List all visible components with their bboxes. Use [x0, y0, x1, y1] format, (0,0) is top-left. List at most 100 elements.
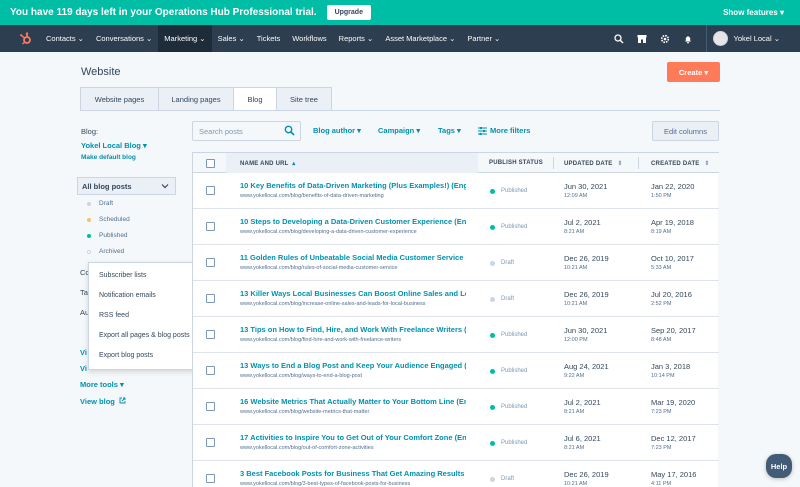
menu-notification-emails[interactable]: Notification emails [99, 292, 156, 299]
nav-conversations[interactable]: Conversations ⌄ [90, 25, 158, 52]
column-name-and-url[interactable]: NAME AND URL ▴ [240, 160, 296, 167]
post-url: www.yokellocal.com/blog/3-best-types-of-… [240, 481, 411, 487]
row-checkbox[interactable] [206, 330, 215, 339]
blog-author-filter[interactable]: Blog author ▾ [313, 126, 361, 135]
search-icon[interactable] [608, 25, 630, 52]
column-created-date[interactable]: CREATED DATE ⇕ [651, 160, 710, 167]
status-text: Draft [501, 260, 515, 266]
post-title-link[interactable]: 13 Ways to End a Blog Post and Keep Your… [240, 361, 466, 370]
table-row[interactable]: 13 Killer Ways Local Businesses Can Boos… [193, 281, 719, 317]
published-dot-icon [87, 233, 91, 238]
help-button[interactable]: Help [766, 454, 792, 478]
row-checkbox[interactable] [206, 186, 215, 195]
table-row[interactable]: 11 Golden Rules of Unbeatable Social Med… [193, 245, 719, 281]
post-title-link[interactable]: 10 Steps to Developing a Data-Driven Cus… [240, 217, 466, 226]
more-tools-menu[interactable]: More tools ▾ [80, 380, 124, 389]
post-title-link[interactable]: 3 Best Facebook Posts for Business That … [240, 469, 466, 478]
table-row[interactable]: 17 Activities to Inspire You to Get Out … [193, 425, 719, 461]
campaign-filter[interactable]: Campaign ▾ [378, 126, 420, 135]
tab-site-tree[interactable]: Site tree [276, 87, 332, 111]
post-title-link[interactable]: 16 Website Metrics That Actually Matter … [240, 397, 466, 406]
post-url: www.yokellocal.com/blog/ways-to-end-a-bl… [240, 373, 362, 379]
table-row[interactable]: 10 Steps to Developing a Data-Driven Cus… [193, 209, 719, 245]
menu-rss-feed[interactable]: RSS feed [99, 312, 129, 319]
status-filter-draft[interactable]: Draft [87, 200, 113, 207]
column-publish-status[interactable]: PUBLISH STATUS [489, 160, 543, 166]
table-row[interactable]: 16 Website Metrics That Actually Matter … [193, 389, 719, 425]
nav-workflows[interactable]: Workflows [286, 25, 332, 52]
view-blog-link[interactable]: View blog [80, 397, 126, 406]
status-filter-published[interactable]: Published [87, 232, 128, 239]
nav-divider [705, 25, 707, 52]
updated-date: Jul 2, 2021 [564, 398, 601, 407]
status-filter-archived[interactable]: Archived [87, 248, 124, 255]
created-time: 8:19 AM [651, 229, 672, 235]
row-checkbox[interactable] [206, 222, 215, 231]
post-title-link[interactable]: 13 Tips on How to Find, Hire, and Work W… [240, 325, 466, 334]
upgrade-button[interactable]: Upgrade [326, 5, 371, 20]
table-row[interactable]: 13 Tips on How to Find, Hire, and Work W… [193, 317, 719, 353]
status-text: Published [501, 368, 528, 374]
table-row[interactable]: 3 Best Facebook Posts for Business That … [193, 461, 719, 487]
status-badge: Draft [490, 476, 514, 482]
status-badge: Published [490, 440, 527, 446]
nav-tickets[interactable]: Tickets [251, 25, 286, 52]
avatar[interactable] [712, 31, 728, 46]
table-row[interactable]: 10 Key Benefits of Data-Driven Marketing… [193, 173, 719, 209]
post-title-link[interactable]: 11 Golden Rules of Unbeatable Social Med… [240, 253, 466, 262]
row-checkbox[interactable] [206, 258, 215, 267]
tab-landing-pages[interactable]: Landing pages [158, 87, 233, 111]
status-text: Published [501, 224, 528, 230]
post-title-link[interactable]: 17 Activities to Inspire You to Get Out … [240, 433, 466, 442]
row-checkbox[interactable] [206, 438, 215, 447]
row-checkbox[interactable] [206, 294, 215, 303]
left-section-cut[interactable]: Ta [80, 288, 88, 297]
show-features-link[interactable]: Show features ▾ [723, 8, 784, 17]
nav-sales[interactable]: Sales ⌄ [212, 25, 251, 52]
nav-asset-marketplace[interactable]: Asset Marketplace ⌄ [379, 25, 461, 52]
bell-icon[interactable] [677, 25, 699, 52]
hubspot-logo-icon[interactable] [12, 25, 40, 52]
search-input[interactable]: Search posts [192, 121, 301, 141]
menu-export-blog-posts[interactable]: Export blog posts [99, 352, 153, 359]
status-filter-scheduled[interactable]: Scheduled [87, 216, 130, 223]
tab-website-pages[interactable]: Website pages [80, 87, 158, 111]
user-menu[interactable]: Yokel Local ⌄ [734, 34, 780, 43]
nav-marketing[interactable]: Marketing ⌄ [158, 25, 212, 52]
table-row[interactable]: 13 Ways to End a Blog Post and Keep Your… [193, 353, 719, 389]
row-checkbox[interactable] [206, 474, 215, 483]
column-updated-date[interactable]: UPDATED DATE ⇕ [564, 160, 623, 167]
gear-icon[interactable] [654, 25, 676, 52]
created-time: 8:48 AM [651, 337, 672, 343]
row-checkbox[interactable] [206, 366, 215, 375]
post-title-link[interactable]: 10 Key Benefits of Data-Driven Marketing… [240, 181, 466, 190]
tab-blog[interactable]: Blog [233, 87, 276, 111]
nav-reports[interactable]: Reports ⌄ [333, 25, 380, 52]
archived-dot-icon [87, 249, 91, 254]
edit-columns-button[interactable]: Edit columns [652, 121, 719, 141]
menu-subscriber-lists[interactable]: Subscriber lists [99, 272, 146, 279]
created-time: 5:33 AM [651, 265, 672, 271]
draft-dot-icon [87, 201, 91, 206]
status-badge: Published [490, 332, 527, 338]
left-link-cut[interactable]: Vi [80, 364, 87, 373]
row-checkbox[interactable] [206, 402, 215, 411]
nav-contacts[interactable]: Contacts ⌄ [40, 25, 90, 52]
blog-selector[interactable]: Yokel Local Blog ▾ [81, 141, 147, 150]
select-all-checkbox[interactable] [206, 159, 215, 168]
blog-posts-table: NAME AND URL ▴ PUBLISH STATUS UPDATED DA… [192, 152, 719, 487]
more-filters-button[interactable]: More filters [478, 126, 530, 135]
left-link-cut[interactable]: Vi [80, 348, 87, 357]
status-text: Published [501, 440, 528, 446]
created-date: Jan 22, 2020 [651, 182, 695, 191]
make-default-blog-link[interactable]: Make default blog [81, 154, 136, 161]
all-blog-posts-filter[interactable]: All blog posts [77, 177, 176, 195]
create-button[interactable]: Create ▾ [667, 62, 720, 82]
post-title-link[interactable]: 13 Killer Ways Local Businesses Can Boos… [240, 289, 466, 298]
updated-date: Dec 26, 2019 [564, 254, 609, 263]
search-icon[interactable] [284, 125, 295, 138]
tags-filter[interactable]: Tags ▾ [438, 126, 461, 135]
updated-date: Aug 24, 2021 [564, 362, 609, 371]
marketplace-icon[interactable] [631, 25, 653, 52]
nav-partner[interactable]: Partner ⌄ [461, 25, 506, 52]
